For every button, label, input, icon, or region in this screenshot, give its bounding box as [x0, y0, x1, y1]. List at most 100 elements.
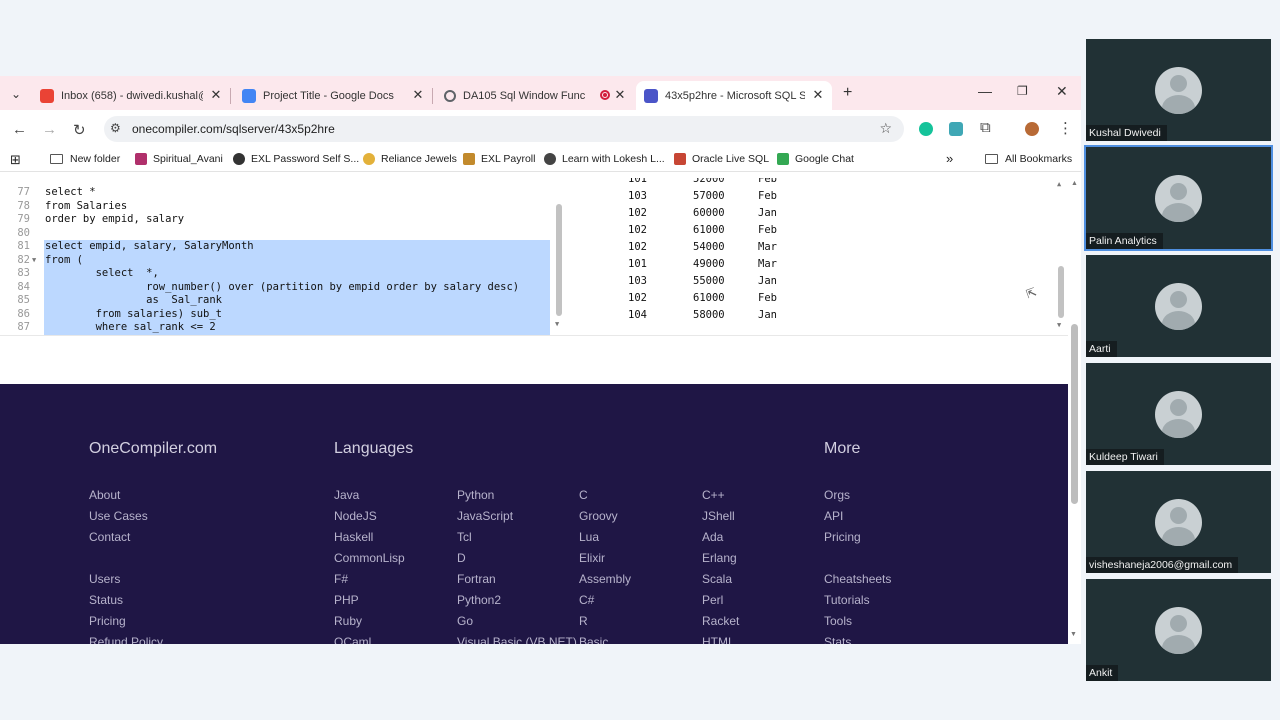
footer-link[interactable]: Lua: [579, 530, 599, 544]
close-window-button[interactable]: ✕: [1056, 83, 1068, 100]
editor-scrollbar-thumb[interactable]: [556, 204, 562, 316]
scroll-down-arrow-icon[interactable]: ▼: [1070, 631, 1077, 638]
footer-link[interactable]: Contact: [89, 530, 130, 544]
footer-link[interactable]: Perl: [702, 593, 723, 607]
footer-link[interactable]: D: [457, 551, 466, 565]
footer-link[interactable]: Tutorials: [824, 593, 870, 607]
footer-link[interactable]: Refund Policy: [89, 635, 163, 644]
footer-link[interactable]: JavaScript: [457, 509, 513, 523]
footer-link[interactable]: Erlang: [702, 551, 737, 565]
footer-link[interactable]: Users: [89, 572, 120, 586]
footer-link[interactable]: R: [579, 614, 588, 628]
participant-tile[interactable]: visheshaneja2006@gmail.com: [1086, 471, 1271, 573]
footer-link[interactable]: Stats: [824, 635, 851, 644]
footer-link[interactable]: HTML: [702, 635, 735, 644]
extension-icon[interactable]: [949, 122, 963, 136]
footer-link[interactable]: Visual Basic (VB.NET): [457, 635, 577, 644]
footer-link[interactable]: PHP: [334, 593, 359, 607]
footer-link[interactable]: About: [89, 488, 120, 502]
reload-button[interactable]: ↻: [73, 121, 86, 139]
footer-link[interactable]: CommonLisp: [334, 551, 405, 565]
code-line: 82 ▼ from (: [0, 253, 550, 268]
address-bar[interactable]: ⚙ onecompiler.com/sqlserver/43x5p2hre ☆: [104, 116, 904, 142]
footer-link[interactable]: JShell: [702, 509, 735, 523]
scroll-down-arrow-icon[interactable]: ▼: [1057, 321, 1061, 329]
footer-link[interactable]: Go: [457, 614, 473, 628]
output-scrollbar-thumb[interactable]: [1058, 266, 1064, 318]
all-bookmarks[interactable]: All Bookmarks: [985, 153, 1072, 165]
footer-link[interactable]: Cheatsheets: [824, 572, 891, 586]
tab-inbox[interactable]: Inbox (658) - dwivedi.kushal@g ✕: [40, 81, 226, 110]
apps-grid-icon[interactable]: ⊞: [10, 152, 21, 168]
close-icon[interactable]: ✕: [612, 87, 628, 103]
participant-tile[interactable]: Aarti: [1086, 255, 1271, 357]
close-icon[interactable]: ✕: [410, 87, 426, 103]
footer-link[interactable]: OCaml: [334, 635, 371, 644]
footer-link[interactable]: API: [824, 509, 843, 523]
footer-link[interactable]: Java: [334, 488, 359, 502]
forward-button[interactable]: →: [42, 121, 57, 138]
footer-link[interactable]: Status: [89, 593, 123, 607]
footer-link[interactable]: Tcl: [457, 530, 472, 544]
footer-link[interactable]: Assembly: [579, 572, 631, 586]
footer-link[interactable]: Pricing: [89, 614, 126, 628]
grammarly-icon[interactable]: [919, 122, 933, 136]
footer-link[interactable]: Scala: [702, 572, 732, 586]
bookmark-new-folder[interactable]: New folder: [50, 153, 120, 165]
close-icon[interactable]: ✕: [208, 87, 224, 103]
footer-link[interactable]: C#: [579, 593, 594, 607]
scroll-up-arrow-icon[interactable]: ▲: [1071, 180, 1078, 187]
fold-arrow-icon[interactable]: ▼: [32, 254, 36, 268]
footer-link[interactable]: Groovy: [579, 509, 618, 523]
bookmark-reliance-jewels[interactable]: Reliance Jewels: [363, 153, 457, 165]
page-scrollbar-thumb[interactable]: [1071, 324, 1078, 504]
minimize-button[interactable]: —: [978, 83, 992, 99]
menu-kebab-icon[interactable]: ⋮: [1058, 119, 1073, 137]
participant-tile[interactable]: Ankit: [1086, 579, 1271, 681]
footer-link[interactable]: Ruby: [334, 614, 362, 628]
footer-link[interactable]: Python2: [457, 593, 501, 607]
back-button[interactable]: ←: [12, 121, 27, 138]
footer-link[interactable]: F#: [334, 572, 348, 586]
bookmark-oracle-live-sql[interactable]: Oracle Live SQL: [674, 153, 769, 165]
tab-google-docs[interactable]: Project Title - Google Docs ✕: [242, 81, 428, 110]
bookmark-exl-password[interactable]: EXL Password Self S...: [233, 153, 359, 165]
footer-link[interactable]: Basic: [579, 635, 608, 644]
footer-brand[interactable]: OneCompiler.com: [89, 440, 217, 458]
bookmark-spiritual-avani[interactable]: Spiritual_Avani: [135, 153, 223, 165]
bookmark-learn-with-lokesh[interactable]: Learn with Lokesh L...: [544, 153, 665, 165]
participant-tile[interactable]: Palin Analytics: [1084, 145, 1273, 251]
footer-link[interactable]: Pricing: [824, 530, 861, 544]
footer-link[interactable]: Tools: [824, 614, 852, 628]
new-tab-button[interactable]: +: [843, 84, 852, 102]
more-bookmarks-chevron-icon[interactable]: »: [946, 151, 953, 166]
close-icon[interactable]: ✕: [810, 87, 826, 103]
extensions-puzzle-icon[interactable]: ⧉: [980, 119, 991, 136]
participant-tile[interactable]: Kushal Dwivedi: [1086, 39, 1271, 141]
profile-avatar[interactable]: [1025, 122, 1039, 136]
tab-search-chevron-icon[interactable]: ⌄: [6, 84, 26, 104]
footer-link[interactable]: Ada: [702, 530, 723, 544]
footer-link[interactable]: Haskell: [334, 530, 373, 544]
bookmark-exl-payroll[interactable]: EXL Payroll: [463, 153, 535, 165]
participant-tile[interactable]: Kuldeep Tiwari: [1086, 363, 1271, 465]
scroll-up-arrow-icon[interactable]: ▲: [1057, 180, 1061, 188]
footer-link[interactable]: C: [579, 488, 588, 502]
footer-link[interactable]: Racket: [702, 614, 739, 628]
bookmark-google-chat[interactable]: Google Chat: [777, 153, 854, 165]
footer-link[interactable]: C++: [702, 488, 725, 502]
tab-sql-window-functions[interactable]: DA105 Sql Window Functio ✕: [444, 81, 630, 110]
footer-link[interactable]: Use Cases: [89, 509, 148, 523]
bookmark-star-icon[interactable]: ☆: [879, 120, 892, 137]
footer-link[interactable]: NodeJS: [334, 509, 377, 523]
site-info-icon[interactable]: ⚙: [110, 121, 121, 135]
footer-link[interactable]: Orgs: [824, 488, 850, 502]
bookmark-label: Reliance Jewels: [381, 153, 457, 165]
footer-link[interactable]: Elixir: [579, 551, 605, 565]
footer-link[interactable]: Python: [457, 488, 494, 502]
tab-onecompiler[interactable]: 43x5p2hre - Microsoft SQL Serv ✕: [636, 81, 832, 110]
code-editor[interactable]: 77 select * 78 from Salaries 79 order by empi…: [0, 178, 566, 335]
restore-button[interactable]: ❐: [1017, 84, 1028, 98]
footer-link[interactable]: Fortran: [457, 572, 496, 586]
scroll-down-arrow-icon[interactable]: ▼: [555, 320, 559, 328]
